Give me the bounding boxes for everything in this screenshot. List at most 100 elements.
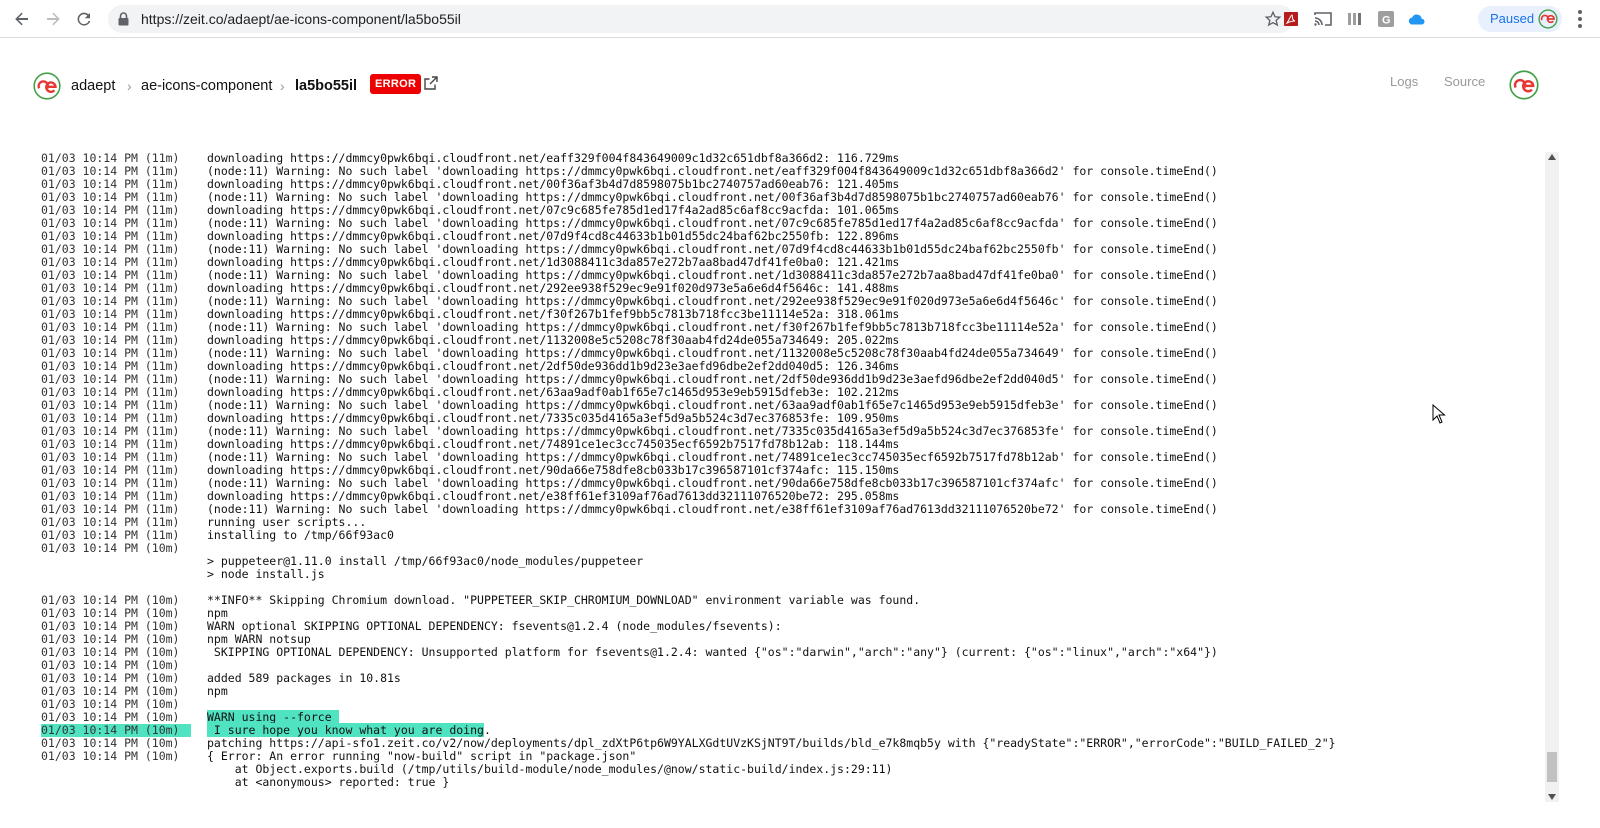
log-message-text: { Error: An error running "now-build" sc…: [207, 749, 637, 763]
grammarly-extension-button[interactable]: G: [1377, 10, 1395, 28]
log-message-text: > node install.js: [207, 567, 325, 581]
log-message-text: (node:11) Warning: No such label 'downlo…: [207, 294, 1218, 308]
log-message-text: I sure hope you know what you are doing: [207, 723, 484, 737]
log-message-text: WARN using --force: [207, 710, 339, 724]
user-avatar[interactable]: [33, 72, 61, 100]
log-message-text: **INFO** Skipping Chromium download. "PU…: [207, 593, 921, 607]
log-message-text: (node:11) Warning: No such label 'downlo…: [207, 346, 1218, 360]
log-message: > node install.js: [207, 568, 325, 581]
log-message-text: (node:11) Warning: No such label 'downlo…: [207, 424, 1218, 438]
log-message-text: > puppeteer@1.11.0 install /tmp/66f93ac0…: [207, 554, 644, 568]
profile-button[interactable]: Paused: [1478, 6, 1562, 32]
log-message: **INFO** Skipping Chromium download. "PU…: [207, 594, 920, 607]
log-message: npm: [207, 685, 228, 698]
log-message-text: downloading https://dmmcy0pwk6bqi.cloudf…: [207, 489, 900, 503]
lock-icon: [118, 12, 129, 26]
log-message: at <anonymous> reported: true }: [207, 775, 450, 789]
log-message-text: downloading https://dmmcy0pwk6bqi.cloudf…: [207, 411, 900, 425]
log-message-text: downloading https://dmmcy0pwk6bqi.cloudf…: [207, 281, 900, 295]
log-message-text: (node:11) Warning: No such label 'downlo…: [207, 164, 1218, 178]
log-message-text: WARN optional SKIPPING OPTIONAL DEPENDEN…: [207, 619, 782, 633]
url-text[interactable]: https://zeit.co/adaept/ae-icons-componen…: [141, 11, 461, 27]
log-message-text: at <anonymous> reported: true }: [207, 775, 450, 789]
log-timestamp[interactable]: 01/03 10:14 PM (10m): [41, 750, 191, 763]
log-message-text: (node:11) Warning: No such label 'downlo…: [207, 502, 1218, 516]
log-message-text: (node:11) Warning: No such label 'downlo…: [207, 476, 1218, 490]
log-message-text: at Object.exports.build (/tmp/utils/buil…: [207, 762, 893, 776]
log-message-text: installing to /tmp/66f93ac0: [207, 528, 394, 542]
account-avatar[interactable]: [1509, 70, 1539, 100]
log-message-text: npm: [207, 606, 228, 620]
breadcrumb-user[interactable]: adaept: [71, 78, 115, 94]
pdf-extension-button[interactable]: [1282, 10, 1300, 28]
log-message: installing to /tmp/66f93ac0: [207, 529, 394, 542]
tab-source[interactable]: Source: [1444, 74, 1485, 89]
forward-button[interactable]: [41, 7, 65, 31]
log-message-text: (node:11) Warning: No such label 'downlo…: [207, 320, 1218, 334]
log-line: 01/03 10:14 PM (10m) npm: [41, 685, 1531, 698]
external-link-icon[interactable]: [424, 76, 438, 90]
build-log-panel[interactable]: 01/03 10:14 PM (11m) downloading https://…: [0, 136, 1600, 828]
browser-menu-icon[interactable]: [1572, 8, 1588, 30]
log-message-text: (node:11) Warning: No such label 'downlo…: [207, 216, 1218, 230]
log-message-suffix: .: [483, 723, 491, 737]
log-timestamp[interactable]: 01/03 10:14 PM (10m): [41, 542, 191, 555]
log-message-text: downloading https://dmmcy0pwk6bqi.cloudf…: [207, 203, 900, 217]
svg-text:G: G: [1382, 15, 1391, 27]
status-badge: ERROR: [370, 74, 422, 94]
log-message-text: added 589 packages in 10.81s: [207, 671, 401, 685]
log-message-text: downloading https://dmmcy0pwk6bqi.cloudf…: [207, 177, 900, 191]
scroll-down-icon[interactable]: [1548, 794, 1556, 800]
cast-button[interactable]: [1314, 10, 1332, 28]
log-line: 01/03 10:14 PM (10m) **INFO** Skipping Ch…: [41, 594, 1531, 607]
log-message-text: downloading https://dmmcy0pwk6bqi.cloudf…: [207, 151, 900, 165]
profile-avatar-icon: [1538, 9, 1558, 29]
log-line: 01/03 10:14 PM (10m) SKIPPING OPTIONAL D…: [41, 646, 1531, 659]
log-message-text: downloading https://dmmcy0pwk6bqi.cloudf…: [207, 333, 900, 347]
mouse-cursor-icon: [1432, 404, 1446, 424]
address-bar[interactable]: https://zeit.co/adaept/ae-icons-componen…: [108, 5, 1294, 33]
log-scrollbar[interactable]: [1545, 152, 1559, 802]
pdf-icon: [1284, 12, 1298, 26]
log-message-text: (node:11) Warning: No such label 'downlo…: [207, 190, 1218, 204]
breadcrumb-deployment[interactable]: la5bo55il: [295, 78, 357, 94]
profile-status-label: Paused: [1490, 11, 1535, 26]
log-message-text: (node:11) Warning: No such label 'downlo…: [207, 450, 1218, 464]
log-message-text: downloading https://dmmcy0pwk6bqi.cloudf…: [207, 463, 900, 477]
breadcrumb-project[interactable]: ae-icons-component: [141, 78, 272, 94]
log-message-text: downloading https://dmmcy0pwk6bqi.cloudf…: [207, 255, 900, 269]
star-icon[interactable]: [1264, 10, 1282, 28]
log-message-text: downloading https://dmmcy0pwk6bqi.cloudf…: [207, 359, 900, 373]
log-line: at <anonymous> reported: true }: [41, 776, 1531, 789]
back-button[interactable]: [10, 7, 34, 31]
log-message: SKIPPING OPTIONAL DEPENDENCY: Unsupporte…: [207, 646, 1218, 659]
chevron-right-icon: ›: [280, 78, 285, 94]
log-message-text: npm WARN notsup: [207, 632, 311, 646]
log-line: 01/03 10:14 PM (11m) installing to /tmp/6…: [41, 529, 1531, 542]
log-line: 01/03 10:14 PM (10m) added 589 packages i…: [41, 672, 1531, 685]
reload-icon: [77, 12, 91, 26]
log-message: added 589 packages in 10.81s: [207, 672, 401, 685]
arrow-right-icon: [47, 12, 60, 26]
log-message-text: (node:11) Warning: No such label 'downlo…: [207, 242, 1218, 256]
log-message-text: downloading https://dmmcy0pwk6bqi.cloudf…: [207, 437, 900, 451]
log-message-text: (node:11) Warning: No such label 'downlo…: [207, 268, 1218, 282]
library-icon: [1348, 13, 1361, 25]
reload-button[interactable]: [72, 7, 96, 31]
tab-logs[interactable]: Logs: [1390, 74, 1418, 89]
grammarly-icon: G: [1378, 11, 1394, 27]
browser-toolbar: https://zeit.co/adaept/ae-icons-componen…: [0, 0, 1600, 38]
library-extension-button[interactable]: [1346, 10, 1364, 28]
log-message-text: SKIPPING OPTIONAL DEPENDENCY: Unsupporte…: [207, 645, 1218, 659]
scroll-thumb[interactable]: [1547, 752, 1557, 782]
arrow-left-icon: [15, 12, 28, 26]
log-message-text: downloading https://dmmcy0pwk6bqi.cloudf…: [207, 229, 900, 243]
scroll-up-icon[interactable]: [1548, 154, 1556, 160]
log-message-text: (node:11) Warning: No such label 'downlo…: [207, 372, 1218, 386]
log-message-text: patching https://api-sfo1.zeit.co/v2/now…: [207, 736, 1336, 750]
cast-icon: [1314, 12, 1332, 26]
log-message-text: downloading https://dmmcy0pwk6bqi.cloudf…: [207, 385, 900, 399]
log-message-text: running user scripts...: [207, 515, 367, 529]
cloud-extension-button[interactable]: [1408, 10, 1426, 28]
log-line: > node install.js: [41, 568, 1531, 581]
